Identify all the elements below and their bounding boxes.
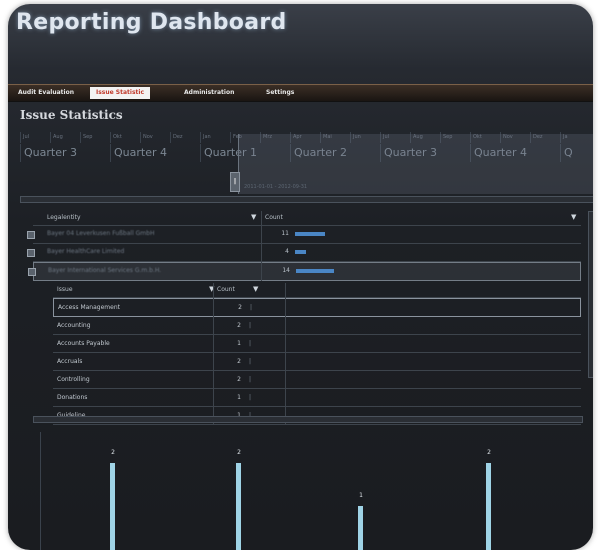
month-label: Nov: [140, 132, 170, 143]
col-count[interactable]: Count: [265, 214, 283, 221]
table-row[interactable]: Accounts Payable 1 |: [53, 335, 581, 353]
issue-count-chart: 2 2 1 2: [28, 432, 593, 550]
column-divider: [261, 211, 262, 281]
section-title: Issue Statistics: [20, 108, 123, 122]
count-bar: [295, 250, 307, 254]
quarter-label: Quarter 4: [110, 144, 200, 162]
issue-grid: Issue ▼ Count ▼ Access Management 2 | Accou…: [53, 283, 581, 425]
count-bar-tick: |: [249, 358, 252, 365]
issue-name: Access Management: [58, 304, 120, 311]
chart-bar[interactable]: [358, 506, 363, 550]
filter-icon[interactable]: ▼: [251, 213, 256, 221]
chart-bar[interactable]: [110, 462, 115, 550]
table-row[interactable]: Bayer HealthCare Limited 4: [27, 244, 581, 262]
count-bar: [296, 269, 334, 273]
table-row[interactable]: Donations 1 |: [53, 389, 581, 407]
chart-data-label: 2: [487, 448, 491, 456]
app-title: Reporting Dashboard: [16, 10, 287, 35]
count-bar-tick: |: [249, 340, 252, 347]
issue-grid-header: Issue ▼ Count ▼: [53, 283, 581, 298]
tab-audit-evaluation[interactable]: Audit Evaluation: [12, 87, 80, 99]
col-issue[interactable]: Issue: [57, 286, 73, 293]
tab-administration[interactable]: Administration: [178, 87, 240, 99]
column-divider: [285, 283, 286, 425]
table-row[interactable]: Controlling 2 |: [53, 371, 581, 389]
expand-icon[interactable]: [27, 249, 35, 257]
month-label: Sep: [80, 132, 110, 143]
column-divider: [213, 283, 214, 425]
issue-name: Accounts Payable: [57, 340, 110, 347]
expand-icon[interactable]: [27, 231, 35, 239]
table-row[interactable]: Bayer International Services G.m.b.H. 14: [28, 262, 581, 281]
vertical-scrollbar[interactable]: [588, 211, 593, 378]
chart-bar[interactable]: [236, 462, 241, 550]
count-value: 14: [282, 267, 290, 274]
chart-bar[interactable]: [486, 462, 491, 550]
month-label: Aug: [50, 132, 80, 143]
count-value: 2: [237, 358, 241, 365]
count-value: 2: [237, 376, 241, 383]
count-value: 1: [237, 340, 241, 347]
count-value: 11: [281, 230, 289, 237]
legal-entity-name: Bayer 04 Leverkusen Fußball GmbH: [47, 230, 155, 237]
count-bar-tick: |: [249, 322, 252, 329]
legal-entity-name: Bayer International Services G.m.b.H.: [48, 267, 162, 274]
count-bar-tick: |: [249, 394, 252, 401]
range-handle[interactable]: ‖: [230, 172, 240, 192]
count-value: 4: [285, 248, 289, 255]
legal-entity-name: Bayer HealthCare Limited: [47, 248, 125, 255]
count-value: 2: [237, 322, 241, 329]
tab-bar: Audit Evaluation Issue Statistic Adminis…: [8, 84, 593, 102]
col-legal-entity[interactable]: Legalentity: [47, 214, 81, 221]
issue-name: Donations: [57, 394, 88, 401]
table-row[interactable]: Accounting 2 |: [53, 317, 581, 335]
month-label: Jul: [20, 132, 50, 143]
table-row[interactable]: Access Management 2 |: [53, 298, 581, 317]
tab-settings[interactable]: Settings: [260, 87, 300, 99]
month-label: Dez: [170, 132, 200, 143]
filter-icon[interactable]: ▼: [253, 285, 258, 293]
issue-name: Accounting: [57, 322, 91, 329]
dashboard-frame: Reporting Dashboard Audit Evaluation Iss…: [8, 4, 593, 550]
count-bar-tick: |: [249, 376, 252, 383]
chart-y-axis: [40, 432, 41, 550]
table-row[interactable]: Accruals 2 |: [53, 353, 581, 371]
count-value: 1: [237, 394, 241, 401]
count-bar: [295, 232, 326, 236]
chart-data-label: 2: [237, 448, 241, 456]
legal-entity-grid: Legalentity ▼ Count ▼ Bayer 04 Leverkuse…: [27, 211, 581, 281]
grid-scrollbar[interactable]: [33, 416, 583, 423]
table-row[interactable]: Bayer 04 Leverkusen Fußball GmbH 11: [27, 226, 581, 244]
filter-icon[interactable]: ▼: [571, 213, 576, 221]
issue-name: Controlling: [57, 376, 90, 383]
month-label: Okt: [110, 132, 140, 143]
count-bar-tick: |: [250, 304, 253, 311]
month-label: Jan: [200, 132, 230, 143]
expand-icon[interactable]: [28, 268, 36, 276]
quarter-label: Quarter 3: [20, 144, 110, 162]
timeline-scrollbar[interactable]: [20, 196, 593, 203]
tab-issue-statistic[interactable]: Issue Statistic: [90, 87, 151, 99]
chart-data-label: 1: [359, 492, 363, 500]
count-value: 2: [238, 304, 242, 311]
chart-data-label: 2: [111, 448, 115, 456]
issue-name: Accruals: [57, 358, 83, 365]
col-count[interactable]: Count: [217, 286, 235, 293]
range-label: 2011-01-01 - 2012-09-31: [244, 184, 308, 190]
legal-grid-header: Legalentity ▼ Count ▼: [33, 211, 581, 226]
